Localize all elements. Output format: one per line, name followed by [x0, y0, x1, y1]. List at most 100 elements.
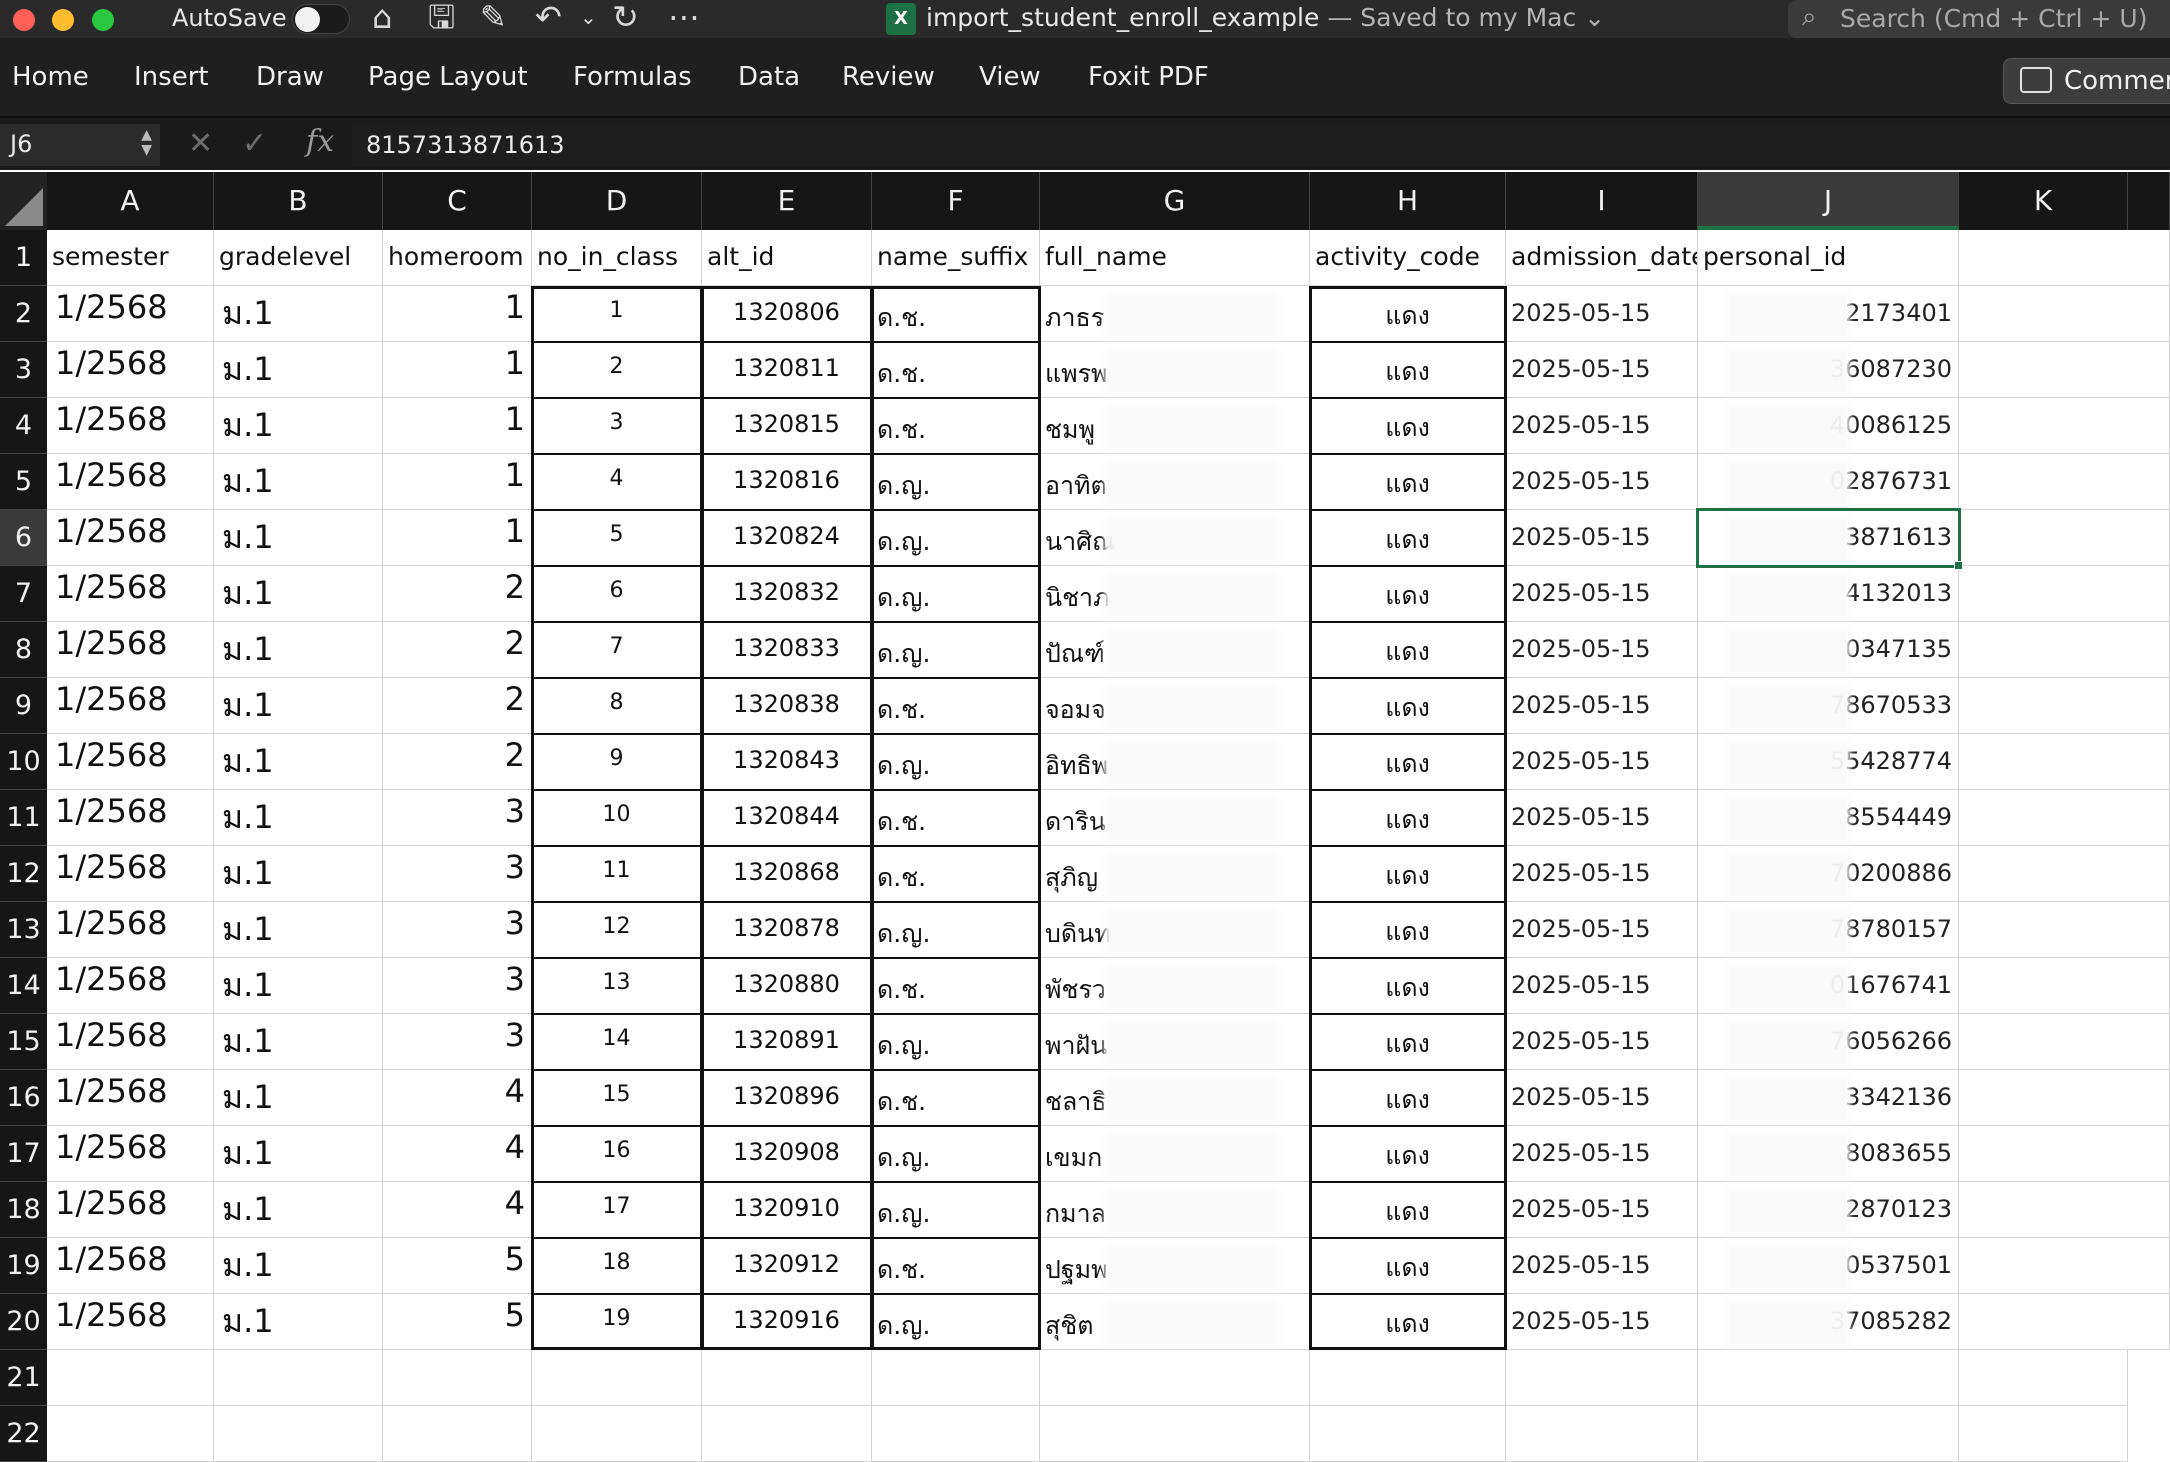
cell-suf[interactable]: ด.ญ. [872, 622, 1040, 678]
empty-cell[interactable] [1959, 1238, 2170, 1294]
tab-insert[interactable]: Insert [134, 62, 209, 92]
enter-icon[interactable]: ✓ [242, 126, 267, 161]
chevron-down-icon[interactable]: ⌄ [1584, 3, 1605, 32]
row-header-21[interactable]: 21 [0, 1350, 47, 1406]
cell-adm[interactable]: 2025-05-15 [1506, 902, 1698, 958]
cell-grade[interactable]: ม.1 [214, 1294, 383, 1350]
cell-no[interactable]: 7 [532, 622, 702, 678]
cell-adm[interactable]: 2025-05-15 [1506, 678, 1698, 734]
cell-sem[interactable]: 1/2568 [47, 1238, 214, 1294]
header-cell-no-in-class[interactable]: no_in_class [532, 230, 702, 286]
minimize-window-button[interactable] [52, 9, 74, 31]
cell-no[interactable]: 12 [532, 902, 702, 958]
autosave-toggle[interactable] [292, 4, 350, 34]
cell-sem[interactable]: 1/2568 [47, 454, 214, 510]
row-header-17[interactable]: 17 [0, 1126, 47, 1182]
comments-button[interactable]: Commen [2003, 58, 2170, 104]
cell-alt[interactable]: 1320833 [702, 622, 872, 678]
cell-act[interactable]: แดง [1310, 958, 1506, 1014]
empty-cell[interactable] [1959, 1350, 2128, 1406]
cell-sem[interactable]: 1/2568 [47, 1014, 214, 1070]
cell-suf[interactable]: ด.ญ. [872, 510, 1040, 566]
cell-no[interactable]: 4 [532, 454, 702, 510]
cell-act[interactable]: แดง [1310, 566, 1506, 622]
cell-no[interactable]: 14 [532, 1014, 702, 1070]
row-header-20[interactable]: 20 [0, 1294, 47, 1350]
cell-grade[interactable]: ม.1 [214, 734, 383, 790]
tab-formulas[interactable]: Formulas [573, 62, 692, 92]
empty-cell[interactable] [1959, 510, 2170, 566]
cell-alt[interactable]: 1320878 [702, 902, 872, 958]
cell-no[interactable]: 9 [532, 734, 702, 790]
empty-cell[interactable] [383, 1406, 532, 1462]
worksheet-grid[interactable]: A B C D E F G H I J K 1 2 3 4 5 6 7 8 9 10 11 12 13 14 15 16 17 18 19… [0, 172, 2170, 1462]
column-header-a[interactable]: A [47, 172, 214, 230]
empty-cell[interactable] [1959, 734, 2170, 790]
cell-suf[interactable]: ด.ญ. [872, 1294, 1040, 1350]
cell-act[interactable]: แดง [1310, 1182, 1506, 1238]
empty-cell[interactable] [1506, 1350, 1698, 1406]
column-header-d[interactable]: D [532, 172, 702, 230]
empty-cell[interactable] [1040, 1406, 1310, 1462]
row-header-5[interactable]: 5 [0, 454, 47, 510]
undo-icon[interactable]: ↶ [535, 0, 562, 36]
row-header-6[interactable]: 6 [0, 510, 47, 566]
cell-adm[interactable]: 2025-05-15 [1506, 454, 1698, 510]
select-all-button[interactable] [0, 172, 47, 230]
cell-alt[interactable]: 1320896 [702, 1070, 872, 1126]
empty-cell[interactable] [1959, 454, 2170, 510]
close-window-button[interactable] [13, 9, 35, 31]
cell-sem[interactable]: 1/2568 [47, 510, 214, 566]
cell-no[interactable]: 17 [532, 1182, 702, 1238]
cell-home[interactable]: 3 [383, 790, 532, 846]
cell-suf[interactable]: ด.ญ. [872, 1182, 1040, 1238]
cell-home[interactable]: 1 [383, 454, 532, 510]
row-header-22[interactable]: 22 [0, 1406, 47, 1462]
cell-adm[interactable]: 2025-05-15 [1506, 846, 1698, 902]
row-header-10[interactable]: 10 [0, 734, 47, 790]
cell-home[interactable]: 3 [383, 902, 532, 958]
cell-grade[interactable]: ม.1 [214, 342, 383, 398]
cell-grade[interactable]: ม.1 [214, 790, 383, 846]
empty-cell[interactable] [383, 1350, 532, 1406]
tab-foxit-pdf[interactable]: Foxit PDF [1088, 62, 1209, 92]
empty-cell[interactable] [1959, 678, 2170, 734]
row-header-1[interactable]: 1 [0, 230, 47, 286]
empty-cell[interactable] [1959, 566, 2170, 622]
cell-act[interactable]: แดง [1310, 790, 1506, 846]
cell-adm[interactable]: 2025-05-15 [1506, 1294, 1698, 1350]
column-header-c[interactable]: C [383, 172, 532, 230]
more-icon[interactable]: ⋯ [668, 0, 700, 36]
cell-sem[interactable]: 1/2568 [47, 1294, 214, 1350]
cell-adm[interactable]: 2025-05-15 [1506, 734, 1698, 790]
cell-alt[interactable]: 1320824 [702, 510, 872, 566]
cell-adm[interactable]: 2025-05-15 [1506, 566, 1698, 622]
empty-cell[interactable] [1959, 398, 2170, 454]
row-header-9[interactable]: 9 [0, 678, 47, 734]
row-header-13[interactable]: 13 [0, 902, 47, 958]
cell-act[interactable]: แดง [1310, 1070, 1506, 1126]
cell-no[interactable]: 1 [532, 286, 702, 342]
cell-suf[interactable]: ด.ช. [872, 342, 1040, 398]
cell-grade[interactable]: ม.1 [214, 1014, 383, 1070]
column-header-j[interactable]: J [1698, 172, 1959, 230]
function-icon[interactable]: fx [306, 124, 334, 159]
empty-cell[interactable] [1040, 1350, 1310, 1406]
tab-page-layout[interactable]: Page Layout [368, 62, 528, 92]
document-title[interactable]: import_student_enroll_example — Saved to… [926, 3, 1605, 32]
cell-home[interactable]: 1 [383, 510, 532, 566]
cell-no[interactable]: 11 [532, 846, 702, 902]
empty-cell[interactable] [214, 1406, 383, 1462]
search-box[interactable]: ⌕ Search (Cmd + Ctrl + U) [1788, 0, 2170, 38]
cell-home[interactable]: 1 [383, 286, 532, 342]
cell-suf[interactable]: ด.ช. [872, 1070, 1040, 1126]
cell-no[interactable]: 2 [532, 342, 702, 398]
fill-handle[interactable] [1954, 561, 1963, 570]
cell-grade[interactable]: ม.1 [214, 1070, 383, 1126]
empty-cell[interactable] [1959, 790, 2170, 846]
cell-sem[interactable]: 1/2568 [47, 286, 214, 342]
cell-home[interactable]: 3 [383, 958, 532, 1014]
cell-home[interactable]: 2 [383, 678, 532, 734]
cell-suf[interactable]: ด.ญ. [872, 1014, 1040, 1070]
header-cell-semester[interactable]: semester [47, 230, 214, 286]
